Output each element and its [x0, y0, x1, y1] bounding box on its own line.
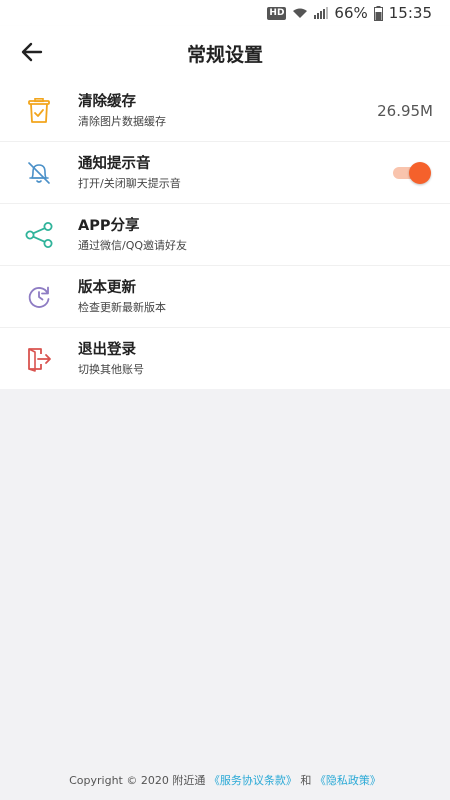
setting-title: 通知提示音	[78, 155, 151, 172]
footer: Copyright © 2020 附近通 《服务协议条款》 和 《隐私政策》	[0, 772, 450, 788]
wifi-icon	[292, 7, 308, 19]
battery-percent: 66%	[334, 4, 368, 22]
privacy-policy-link[interactable]: 《隐私政策》	[315, 774, 381, 787]
setting-subtitle: 打开/关闭聊天提示音	[78, 176, 181, 190]
service-terms-link[interactable]: 《服务协议条款》	[209, 774, 297, 787]
page-title: 常规设置	[186, 43, 263, 66]
header: 常规设置	[0, 26, 450, 80]
setting-subtitle: 检查更新最新版本	[78, 300, 166, 314]
back-button[interactable]	[18, 38, 46, 66]
setting-clear-cache[interactable]: 清除缓存 清除图片数据缓存 26.95M	[0, 80, 450, 142]
setting-notification-sound[interactable]: 通知提示音 打开/关闭聊天提示音	[0, 142, 450, 204]
status-bar: HD 66% 15:35	[0, 0, 450, 26]
setting-title: 版本更新	[78, 279, 136, 296]
setting-title: 退出登录	[78, 341, 136, 358]
settings-list: 清除缓存 清除图片数据缓存 26.95M 通知提示音 打开/关闭聊天提示音 AP…	[0, 80, 450, 389]
setting-app-share[interactable]: APP分享 通过微信/QQ邀请好友	[0, 204, 450, 266]
refresh-clock-icon	[25, 283, 53, 311]
logout-icon	[25, 345, 53, 373]
arrow-left-icon	[21, 42, 43, 62]
setting-logout[interactable]: 退出登录 切换其他账号	[0, 328, 450, 389]
hd-badge: HD	[267, 6, 287, 20]
setting-title: APP分享	[78, 217, 140, 234]
trash-clipboard-icon	[25, 97, 53, 125]
battery-icon	[373, 5, 383, 21]
signal-icon	[314, 7, 329, 19]
cache-size-value: 26.95M	[377, 101, 433, 120]
setting-subtitle: 切换其他账号	[78, 362, 144, 376]
share-icon	[25, 221, 53, 249]
setting-version-update[interactable]: 版本更新 检查更新最新版本	[0, 266, 450, 328]
bell-off-icon	[25, 159, 53, 187]
footer-conjunction: 和	[300, 774, 312, 787]
toggle-thumb	[409, 161, 431, 184]
setting-title: 清除缓存	[78, 93, 136, 110]
setting-subtitle: 通过微信/QQ邀请好友	[78, 238, 188, 252]
setting-subtitle: 清除图片数据缓存	[78, 114, 166, 128]
notification-sound-toggle[interactable]	[391, 161, 431, 184]
status-time: 15:35	[388, 4, 432, 22]
copyright-text: Copyright © 2020 附近通	[69, 774, 206, 787]
